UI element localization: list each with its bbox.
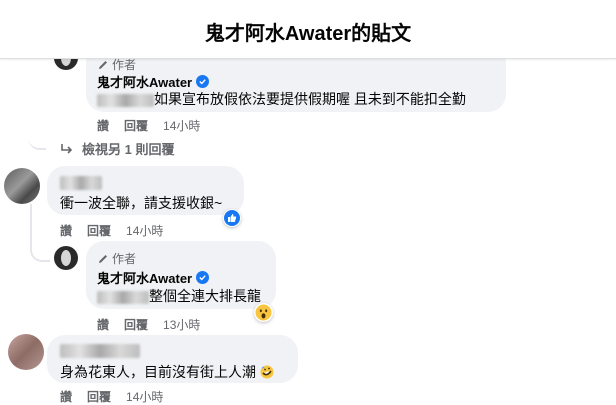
like-button[interactable]: 讚 [60, 222, 72, 239]
reply-button[interactable]: 回覆 [124, 316, 148, 333]
reply-button[interactable]: 回覆 [124, 117, 148, 134]
comment-text: 如果宣布放假依法要提供假期喔 且未到不能扣全勤 [97, 89, 466, 109]
comment-text: 身為花東人，目前沒有街上人潮 [60, 362, 274, 382]
commenter-name[interactable]: 鬼才阿水Awater [97, 268, 210, 287]
commenter-name[interactable] [60, 342, 140, 359]
verified-icon [196, 271, 210, 284]
wow-reaction-icon[interactable] [254, 303, 273, 322]
comment-actions: 讚 回覆 14小時 [60, 388, 163, 405]
view-more-replies[interactable]: 檢視另 1 則回覆 [60, 139, 174, 158]
like-button[interactable]: 讚 [97, 117, 109, 134]
pen-icon [99, 60, 107, 69]
user-avatar[interactable] [8, 334, 44, 370]
user-avatar[interactable] [4, 168, 40, 204]
mention-tag[interactable] [97, 93, 154, 107]
timestamp[interactable]: 13小時 [163, 316, 200, 333]
thread-connector [30, 204, 50, 262]
verified-icon [196, 75, 210, 88]
rofl-emoji-icon [260, 365, 274, 379]
timestamp[interactable]: 14小時 [163, 117, 200, 134]
comment-actions: 讚 回覆 14小時 [60, 222, 163, 239]
page-title: 鬼才阿水Awater的貼文 [204, 23, 412, 45]
post-dialog-header: 鬼才阿水Awater的貼文 [0, 0, 616, 59]
like-button[interactable]: 讚 [60, 388, 72, 405]
commenter-name[interactable] [60, 174, 102, 191]
timestamp[interactable]: 14小時 [126, 388, 163, 405]
reply-arrow-icon [61, 143, 73, 154]
author-badge: 作者 [97, 250, 136, 267]
mention-tag[interactable] [97, 290, 149, 304]
thread-connector [28, 130, 46, 150]
like-button[interactable]: 讚 [97, 316, 109, 333]
comment-actions: 讚 回覆 14小時 [97, 117, 200, 134]
comment-text: 整個全連大排長龍 [97, 286, 261, 306]
reply-button[interactable]: 回覆 [87, 388, 111, 405]
like-reaction-icon[interactable] [223, 209, 241, 227]
comment-actions: 讚 回覆 13小時 [97, 316, 200, 333]
pen-icon [99, 254, 107, 263]
reply-button[interactable]: 回覆 [87, 222, 111, 239]
author-avatar[interactable] [54, 246, 78, 270]
comment-text: 衝一波全聯，請支援收銀~ [60, 195, 223, 211]
timestamp[interactable]: 14小時 [126, 222, 163, 239]
author-label: 作者 [112, 252, 137, 266]
